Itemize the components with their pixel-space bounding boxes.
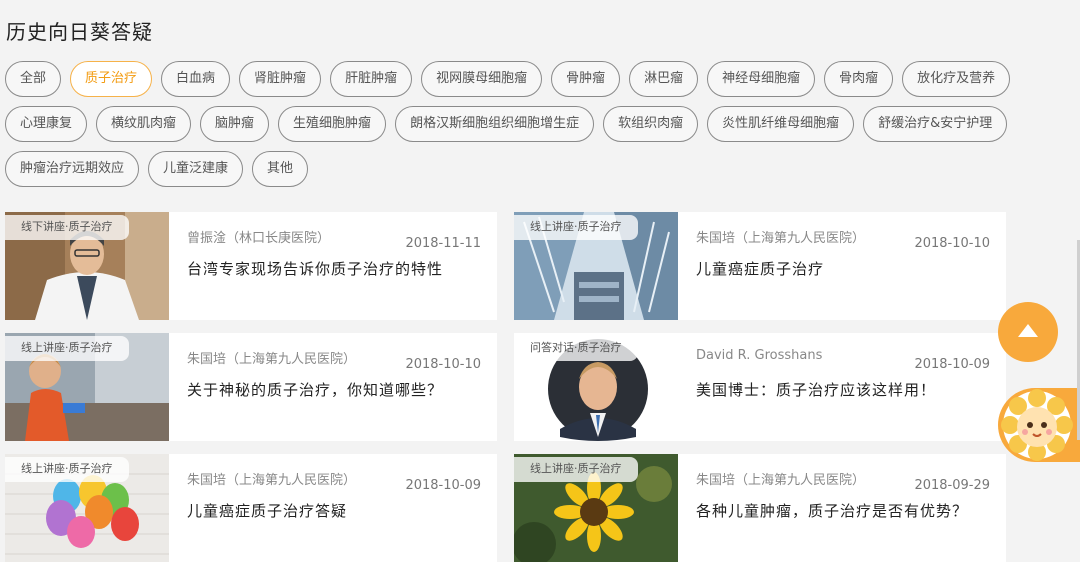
- tag-brain-tumor[interactable]: 脑肿瘤: [200, 106, 270, 142]
- article-date: 2018-09-29: [914, 478, 990, 493]
- tag-germ-cell-tumor[interactable]: 生殖细胞肿瘤: [278, 106, 387, 142]
- article-author: David R. Grosshans: [696, 348, 823, 363]
- article-badge: 线上讲座·质子治疗: [514, 215, 638, 240]
- tag-leukemia[interactable]: 白血病: [161, 61, 231, 97]
- tag-retinoblastoma[interactable]: 视网膜母细胞瘤: [421, 61, 543, 97]
- tag-proton-therapy[interactable]: 质子治疗: [70, 61, 153, 97]
- tag-row-2: 心理康复 横纹肌肉瘤 脑肿瘤 生殖细胞肿瘤 朗格汉斯细胞组织细胞增生症 软组织肉…: [5, 106, 1008, 142]
- article-author: 朱国培（上海第九人民医院）: [187, 473, 357, 488]
- tag-other[interactable]: 其他: [252, 151, 309, 187]
- tag-lymphoma[interactable]: 淋巴瘤: [629, 61, 699, 97]
- article-card[interactable]: 线上讲座·质子治疗 朱国培（上海第九人民医院） 2018-10-10 儿童癌症质…: [514, 212, 1006, 320]
- building-photo: 线上讲座·质子治疗: [514, 212, 678, 320]
- article-title[interactable]: 各种儿童肿瘤，质子治疗是否有优势？: [696, 500, 968, 521]
- article-author: 曾振淦（林口长庚医院）: [187, 231, 331, 246]
- tag-palliative-care[interactable]: 舒缓治疗&安宁护理: [863, 106, 1008, 142]
- article-card[interactable]: 问答对话·质子治疗 David R. Grosshans 2018-10-09 …: [514, 333, 1006, 441]
- tag-rhabdomyosarcoma[interactable]: 横纹肌肉瘤: [96, 106, 192, 142]
- tag-soft-tissue-sarcoma[interactable]: 软组织肉瘤: [603, 106, 699, 142]
- arrow-up-icon: [1018, 324, 1038, 337]
- article-title[interactable]: 关于神秘的质子治疗，你知道哪些？: [187, 379, 443, 400]
- article-author: 朱国培（上海第九人民医院）: [696, 473, 866, 488]
- tag-child-health[interactable]: 儿童泛建康: [148, 151, 244, 187]
- article-card[interactable]: 线上讲座·质子治疗 朱国培（上海第九人民医院） 2018-10-10 关于神秘的…: [5, 333, 497, 441]
- article-author: 朱国培（上海第九人民医院）: [187, 352, 357, 367]
- child-photo: 线上讲座·质子治疗: [5, 333, 169, 441]
- article-date: 2018-10-10: [405, 357, 481, 372]
- article-badge: 线上讲座·质子治疗: [5, 336, 129, 361]
- article-card[interactable]: 线下讲座·质子治疗 曾振淦（林口长庚医院） 2018-11-11 台湾专家现场告…: [5, 212, 497, 320]
- category-tags: 全部 质子治疗 白血病 肾脏肿瘤 肝脏肿瘤 视网膜母细胞瘤 骨肿瘤 淋巴瘤 神经…: [5, 61, 1011, 196]
- article-badge: 线上讲座·质子治疗: [5, 457, 129, 482]
- sunflower-mascot-icon: [1001, 389, 1073, 461]
- page-title: 历史向日葵答疑: [6, 20, 153, 44]
- tag-chemo-nutrition[interactable]: 放化疗及营养: [902, 61, 1011, 97]
- tag-liver-tumor[interactable]: 肝脏肿瘤: [330, 61, 413, 97]
- tag-kidney-tumor[interactable]: 肾脏肿瘤: [239, 61, 322, 97]
- article-title[interactable]: 儿童癌症质子治疗: [696, 258, 824, 279]
- article-title[interactable]: 台湾专家现场告诉你质子治疗的特性: [187, 258, 443, 279]
- article-badge: 问答对话·质子治疗: [514, 336, 638, 361]
- article-date: 2018-10-10: [914, 236, 990, 251]
- tag-imt[interactable]: 炎性肌纤维母细胞瘤: [707, 106, 855, 142]
- tag-lch[interactable]: 朗格汉斯细胞组织细胞增生症: [395, 106, 595, 142]
- article-date: 2018-11-11: [405, 236, 481, 251]
- article-title[interactable]: 儿童癌症质子治疗答疑: [187, 500, 347, 521]
- article-badge: 线下讲座·质子治疗: [5, 215, 129, 240]
- tag-psych-rehab[interactable]: 心理康复: [5, 106, 88, 142]
- portrait-photo: 问答对话·质子治疗: [514, 333, 678, 441]
- article-title[interactable]: 美国博士：质子治疗应该这样用！: [696, 379, 936, 400]
- scroll-to-top-button[interactable]: [998, 302, 1058, 362]
- tag-osteosarcoma[interactable]: 骨肉瘤: [824, 61, 894, 97]
- article-author: 朱国培（上海第九人民医院）: [696, 231, 866, 246]
- tag-all[interactable]: 全部: [5, 61, 62, 97]
- doctor-photo: 线下讲座·质子治疗: [5, 212, 169, 320]
- mascot-button[interactable]: [998, 388, 1080, 462]
- tag-late-effects[interactable]: 肿瘤治疗远期效应: [5, 151, 140, 187]
- tag-bone-tumor[interactable]: 骨肿瘤: [551, 61, 621, 97]
- article-date: 2018-10-09: [405, 478, 481, 493]
- tag-row-3: 肿瘤治疗远期效应 儿童泛建康 其他: [5, 151, 1005, 187]
- article-badge: 线上讲座·质子治疗: [514, 457, 638, 482]
- article-date: 2018-10-09: [914, 357, 990, 372]
- tag-neuroblastoma[interactable]: 神经母细胞瘤: [707, 61, 816, 97]
- tag-row-1: 全部 质子治疗 白血病 肾脏肿瘤 肝脏肿瘤 视网膜母细胞瘤 骨肿瘤 淋巴瘤 神经…: [5, 61, 1011, 97]
